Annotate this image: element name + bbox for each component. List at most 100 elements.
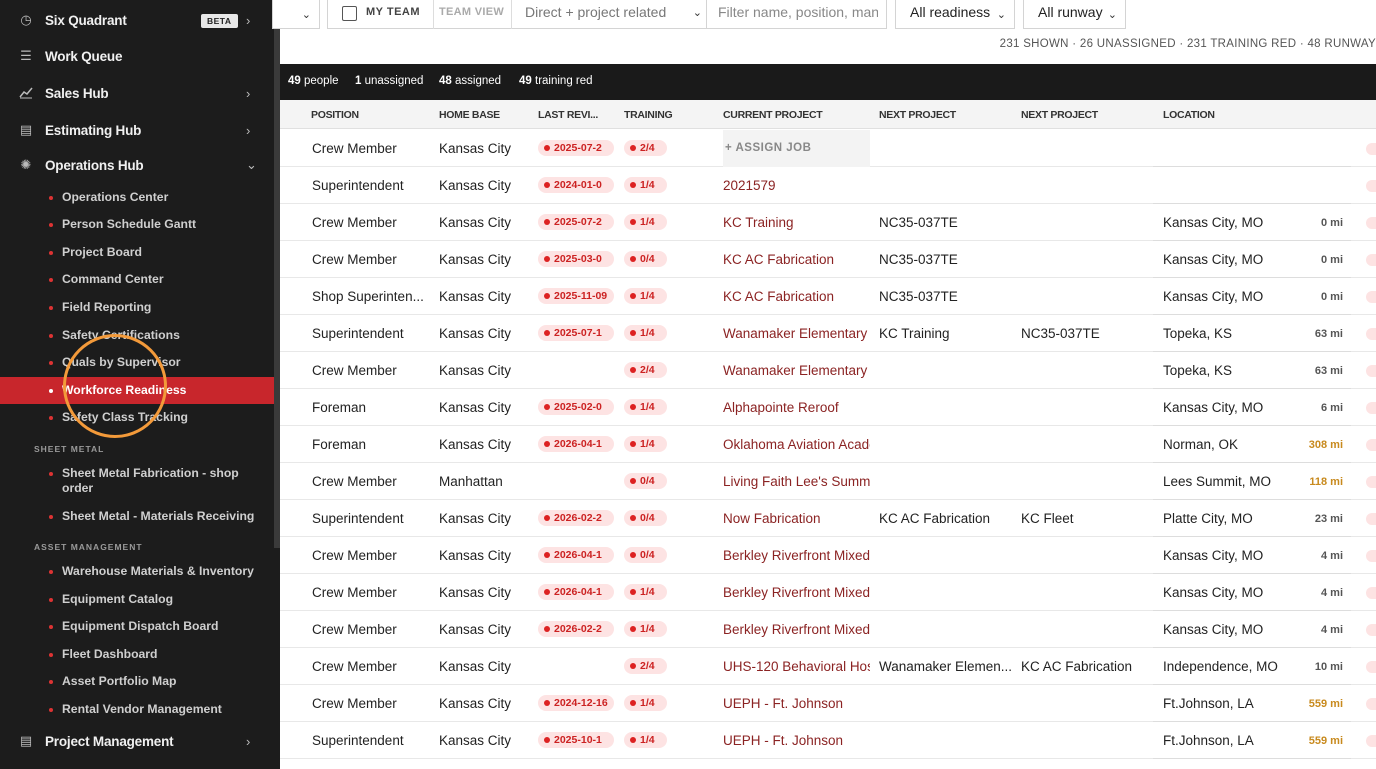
cell-current-project[interactable]: UEPH - Ft. Johnson: [723, 696, 870, 711]
sidebar-item-safety-certifications[interactable]: Safety Certifications: [0, 328, 274, 348]
nav-six-quadrant[interactable]: ◷ Six Quadrant BETA ›: [0, 2, 274, 38]
cell-current-project[interactable]: Oklahoma Aviation Acade: [723, 437, 870, 452]
nav-sales-hub[interactable]: Sales Hub ›: [0, 75, 274, 111]
table-row[interactable]: Crew Member Kansas City 2026-04-1 0/4 Berkle…: [280, 537, 1376, 574]
table-row[interactable]: Shop Superinten... Kansas City 2025-11-09 1…: [280, 278, 1376, 315]
sidebar-item-project-board[interactable]: Project Board: [0, 245, 274, 265]
bullet-icon: [49, 278, 53, 282]
sidebar-item-sheet-metal-fabrication[interactable]: Sheet Metal Fabrication - shop order: [0, 466, 274, 498]
assign-job-button[interactable]: + ASSIGN JOB: [723, 130, 870, 167]
cell-current-project[interactable]: UHS-120 Behavioral Hosp: [723, 659, 870, 674]
col-location[interactable]: LOCATION: [1163, 109, 1215, 121]
col-last-review[interactable]: LAST REVI...: [538, 109, 598, 121]
col-next-project-2[interactable]: NEXT PROJECT: [1021, 109, 1098, 121]
cell-next-project-2[interactable]: NC35-037TE: [1021, 326, 1151, 341]
table-row[interactable]: Crew Member Kansas City 2026-04-1 1/4 Berkle…: [280, 574, 1376, 611]
relation-select-value[interactable]: Direct + project related: [525, 4, 666, 20]
cell-current-project[interactable]: Berkley Riverfront Mixed: [723, 585, 870, 600]
nav-project-management[interactable]: ▤ Project Management ›: [0, 723, 274, 759]
sidebar-item-sheet-metal-receiving[interactable]: Sheet Metal - Materials Receiving: [0, 509, 274, 529]
sidebar-item-asset-portfolio-map[interactable]: Asset Portfolio Map: [0, 674, 274, 694]
table-row[interactable]: Crew Member Kansas City 2/4 UHS-120 Behavio…: [280, 648, 1376, 685]
review-date-pill: 2025-03-0: [538, 251, 614, 267]
sidebar-item-rental-vendor-management[interactable]: Rental Vendor Management: [0, 702, 274, 722]
sidebar-item-person-schedule-gantt[interactable]: Person Schedule Gantt: [0, 217, 274, 237]
cell-current-project[interactable]: KC AC Fabrication: [723, 252, 870, 267]
sidebar-item-warehouse-materials[interactable]: Warehouse Materials & Inventory: [0, 564, 274, 584]
table-row[interactable]: Superintendent Kansas City 2025-10-1 1/4 UEP…: [280, 722, 1376, 759]
table-row[interactable]: Crew Member Kansas City 2/4 Wanamaker Eleme…: [280, 352, 1376, 389]
cell-next-project[interactable]: Wanamaker Elemen...: [879, 659, 1014, 674]
table-row[interactable]: Crew Member Kansas City 2025-07-2 1/4 KC Tra…: [280, 204, 1376, 241]
cell-current-project[interactable]: KC AC Fabrication: [723, 289, 870, 304]
cell-current-project[interactable]: Wanamaker Elementary S: [723, 363, 870, 378]
sidebar-item-operations-center[interactable]: Operations Center: [0, 190, 274, 210]
cell-current-project[interactable]: UEPH - Ft. Johnson: [723, 733, 870, 748]
bullet-icon: [49, 515, 53, 519]
view-select[interactable]: ⌄: [272, 0, 320, 29]
cell-next-project-2[interactable]: KC Fleet: [1021, 511, 1151, 526]
table-row[interactable]: Foreman Kansas City 2026-04-1 1/4 Oklahoma A…: [280, 426, 1376, 463]
cell-next-project[interactable]: NC35-037TE: [879, 289, 1014, 304]
document-icon: ▤: [19, 122, 33, 137]
sidebar-item-workforce-readiness[interactable]: Workforce Readiness: [0, 377, 274, 404]
cell-next-project[interactable]: KC Training: [879, 326, 1014, 341]
table-row[interactable]: Superintendent Kansas City 2024-01-0 1/4 202…: [280, 167, 1376, 204]
cell-current-project[interactable]: Berkley Riverfront Mixed: [723, 548, 870, 563]
search-input[interactable]: Filter name, position, manager: [706, 0, 887, 29]
cell-position: Superintendent: [312, 178, 404, 193]
table-row[interactable]: Crew Member Kansas City 2025-03-0 0/4 KC AC …: [280, 241, 1376, 278]
sidebar-item-equipment-catalog[interactable]: Equipment Catalog: [0, 592, 274, 612]
sidebar-item-quals-by-supervisor[interactable]: Quals by Supervisor: [0, 355, 274, 375]
cell-home-base: Kansas City: [439, 659, 512, 674]
sidebar-item-command-center[interactable]: Command Center: [0, 272, 274, 292]
review-date-pill: 2025-07-2: [538, 140, 614, 156]
col-current-project[interactable]: CURRENT PROJECT: [723, 109, 823, 121]
my-team-checkbox[interactable]: [342, 6, 357, 21]
cell-next-project-2[interactable]: KC AC Fabrication: [1021, 659, 1151, 674]
col-home-base[interactable]: HOME BASE: [439, 109, 500, 121]
sidebar-item-safety-class-tracking[interactable]: Safety Class Tracking: [0, 410, 274, 430]
cell-next-project[interactable]: NC35-037TE: [879, 215, 1014, 230]
runway-select[interactable]: All runway ⌄: [1023, 0, 1126, 29]
sidebar-item-equipment-dispatch-board[interactable]: Equipment Dispatch Board: [0, 619, 274, 639]
cell-current-project[interactable]: Wanamaker Elementary S: [723, 326, 870, 341]
table-row[interactable]: Superintendent Kansas City 2026-02-2 0/4 Now…: [280, 500, 1376, 537]
sidebar-item-label: Workforce Readiness: [62, 383, 187, 397]
training-pill: 0/4: [624, 547, 667, 563]
location-name: Lees Summit, MO: [1163, 474, 1272, 489]
table-row[interactable]: Crew Member Kansas City 2025-07-2 2/4 + ASSI…: [280, 130, 1376, 167]
sidebar-item-label: Quals by Supervisor: [62, 355, 181, 369]
nav-estimating-hub[interactable]: ▤ Estimating Hub ›: [0, 112, 274, 148]
my-team-label[interactable]: MY TEAM: [366, 6, 420, 18]
cell-current-project[interactable]: 2021579: [723, 178, 870, 193]
cell-current-project[interactable]: Living Faith Lee's Summit: [723, 474, 870, 489]
sidebar-item-field-reporting[interactable]: Field Reporting: [0, 300, 274, 320]
cell-current-project[interactable]: Berkley Riverfront Mixed: [723, 622, 870, 637]
location-name: Norman, OK: [1163, 437, 1239, 452]
cell-next-project[interactable]: KC AC Fabrication: [879, 511, 1014, 526]
col-training[interactable]: TRAINING: [624, 109, 673, 121]
distance-value: 0 mi: [1320, 254, 1343, 266]
cell-current-project[interactable]: Alphapointe Reroof: [723, 400, 870, 415]
nav-operations-hub[interactable]: ✺ Operations Hub ⌄: [0, 147, 274, 183]
table-row[interactable]: Superintendent Kansas City 2025-07-1 1/4 Wan…: [280, 315, 1376, 352]
cell-current-project[interactable]: Now Fabrication: [723, 511, 870, 526]
table-row[interactable]: Crew Member Kansas City 2024-12-16 1/4 UEPH …: [280, 685, 1376, 722]
readiness-select[interactable]: All readiness ⌄: [895, 0, 1015, 29]
runway-pill: [1366, 254, 1376, 266]
table-row[interactable]: Crew Member Kansas City 2026-02-2 1/4 Berkle…: [280, 611, 1376, 648]
cell-location: Lees Summit, MO 118 mi: [1153, 463, 1351, 500]
col-position[interactable]: POSITION: [311, 109, 359, 121]
nav-work-queue[interactable]: ☰ Work Queue: [0, 38, 274, 74]
sidebar-item-label: Field Reporting: [62, 300, 152, 314]
cell-current-project[interactable]: KC Training: [723, 215, 870, 230]
runway-pill: [1366, 513, 1376, 525]
col-next-project[interactable]: NEXT PROJECT: [879, 109, 956, 121]
sidebar-item-fleet-dashboard[interactable]: Fleet Dashboard: [0, 647, 274, 667]
distance-value: 4 mi: [1320, 624, 1343, 636]
table-row[interactable]: Crew Member Manhattan 0/4 Living Faith Lee'…: [280, 463, 1376, 500]
summary-assigned: 48 assigned: [439, 75, 502, 87]
table-row[interactable]: Foreman Kansas City 2025-02-0 1/4 Alphapoint…: [280, 389, 1376, 426]
cell-next-project[interactable]: NC35-037TE: [879, 252, 1014, 267]
